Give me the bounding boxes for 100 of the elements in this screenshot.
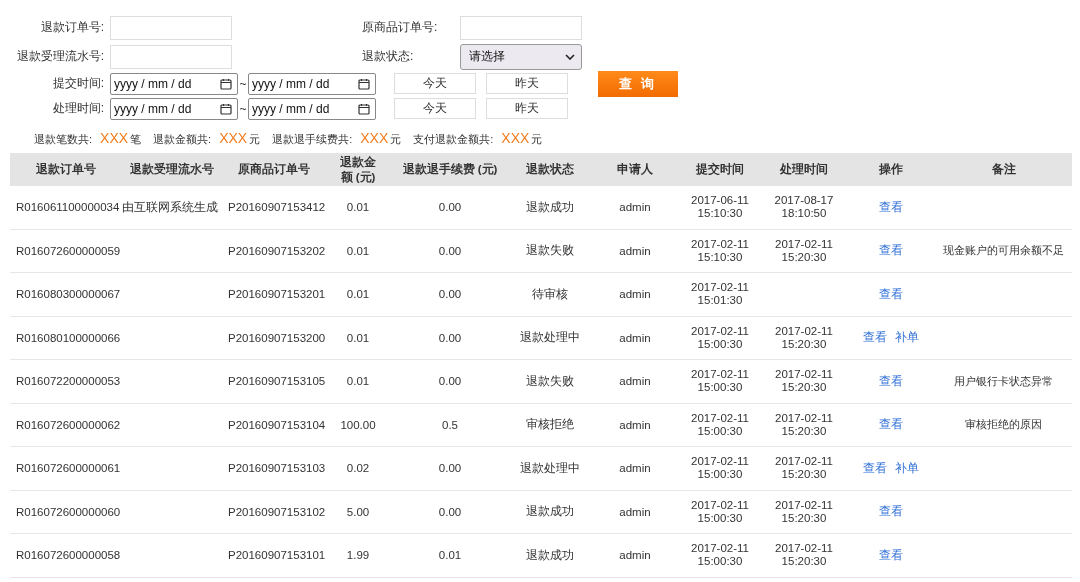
action-link[interactable]: 补单	[895, 330, 919, 346]
table-cell: 0.01	[346, 288, 370, 301]
summary-unit: 元	[531, 132, 543, 147]
table-cell: 由互联网系统生成	[122, 200, 218, 213]
table-cell: admin	[619, 505, 651, 518]
table-cell: admin	[619, 462, 651, 475]
field-label: 原商品订单号:	[361, 19, 439, 36]
today-button[interactable]: 今天	[394, 98, 476, 119]
date-field[interactable]: yyyy / mm / dd	[110, 72, 238, 95]
date-field[interactable]: yyyy / mm / dd	[110, 97, 238, 120]
yesterday-button[interactable]: 昨天	[486, 98, 568, 119]
table-cell: 2017-02-11 15:20:30	[775, 498, 833, 525]
column-header: 操作	[878, 162, 904, 177]
action-link[interactable]: 查看	[863, 460, 887, 476]
summary-unit: 元	[390, 132, 402, 147]
action-link[interactable]: 查看	[879, 417, 903, 433]
action-link[interactable]: 查看	[879, 373, 903, 389]
summary-unit: 笔	[130, 132, 142, 147]
summary-value: XXX	[501, 130, 530, 146]
table-cell: 5.00	[346, 505, 370, 518]
summary-value: XXX	[219, 130, 248, 146]
table-cell: R016072600000059	[16, 244, 121, 257]
table-cell: 0.00	[438, 201, 462, 214]
query-button[interactable]: 查 询	[598, 71, 678, 97]
field-label: 处理时间:	[51, 100, 105, 117]
action-link[interactable]: 查看	[879, 504, 903, 520]
table-cell: 用户银行卡状态异常	[954, 374, 1053, 387]
table-cell: 2017-02-11 15:20:30	[775, 368, 833, 395]
table-cell: R016072600000062	[16, 418, 121, 431]
yesterday-button[interactable]: 昨天	[486, 73, 568, 94]
table-cell: 退款成功	[526, 548, 574, 561]
status-dropdown[interactable]: 请选择	[460, 43, 582, 70]
table-cell: 0.00	[438, 244, 462, 257]
table-cell: 2017-08-17 18:10:50	[774, 194, 834, 221]
input-field[interactable]	[110, 44, 232, 69]
column-header: 提交时间	[695, 162, 745, 177]
table-cell: 审核拒绝	[526, 418, 574, 431]
table-cell: 2017-02-11 15:10:30	[691, 237, 749, 264]
table-cell: R016072200000053	[16, 375, 121, 388]
table-cell: R016072600000061	[16, 462, 121, 475]
table-cell: 退款成功	[526, 505, 574, 518]
table-cell: admin	[619, 549, 651, 562]
summary-value: XXX	[100, 130, 129, 146]
table-cell: 2017-06-11 15:10:30	[691, 194, 749, 221]
action-link[interactable]: 查看	[879, 243, 903, 259]
table-cell: R016072600000060	[16, 505, 121, 518]
summary-value: XXX	[360, 130, 389, 146]
table-cell: 2017-02-11 15:00:30	[691, 542, 749, 569]
column-header: 申请人	[616, 162, 654, 177]
table-cell: 退款失败	[526, 244, 574, 257]
table-cell: R016072600000058	[16, 549, 121, 562]
table-cell: 0.00	[438, 505, 462, 518]
table-cell: 2017-02-11 15:00:30	[691, 324, 749, 351]
field-label: 提交时间:	[51, 75, 105, 92]
table-cell: 0.02	[346, 462, 370, 475]
table-cell: 100.00	[340, 418, 376, 431]
field-label: 退款受理流水号:	[15, 48, 105, 65]
action-link[interactable]: 查看	[879, 286, 903, 302]
table-cell: 退款处理中	[520, 331, 580, 344]
calendar-icon	[220, 102, 232, 115]
table-cell: admin	[619, 244, 651, 257]
date-field[interactable]: yyyy / mm / dd	[248, 72, 376, 95]
table-cell: P20160907153101	[228, 549, 326, 562]
table-cell: admin	[619, 375, 651, 388]
table-cell: P20160907153200	[228, 331, 326, 344]
table-cell: 0.01	[346, 201, 370, 214]
table-cell: 0.00	[438, 462, 462, 475]
table-cell: 待审核	[532, 287, 568, 300]
field-label: 退款状态:	[361, 48, 415, 65]
column-header: 退款状态	[525, 162, 575, 177]
today-button[interactable]: 今天	[394, 73, 476, 94]
action-link[interactable]: 查看	[879, 199, 903, 215]
action-link[interactable]: 补单	[895, 460, 919, 476]
input-field[interactable]	[110, 15, 232, 40]
action-link[interactable]: 查看	[879, 547, 903, 563]
range-separator: ~	[238, 101, 248, 116]
date-field[interactable]: yyyy / mm / dd	[248, 97, 376, 120]
table-cell: admin	[619, 331, 651, 344]
table-cell: 1.99	[346, 549, 370, 562]
calendar-icon	[358, 77, 370, 90]
table-cell: 2017-02-11 15:20:30	[775, 411, 833, 438]
table-cell: P20160907153202	[228, 244, 326, 257]
table-cell: 退款处理中	[520, 461, 580, 474]
table-cell: 2017-02-11 15:20:30	[775, 324, 833, 351]
table-cell: R016080100000066	[16, 331, 121, 344]
table-cell: P20160907153103	[228, 462, 326, 475]
action-link[interactable]: 查看	[863, 330, 887, 346]
table-cell: 2017-02-11 15:20:30	[775, 455, 833, 482]
table-cell: 0.01	[346, 244, 370, 257]
field-label: 退款订单号:	[39, 19, 105, 36]
column-header: 原商品订单号	[236, 162, 311, 177]
table-cell: admin	[619, 288, 651, 301]
column-header: 退款受理流水号	[129, 162, 215, 177]
column-header: 处理时间	[779, 162, 829, 177]
input-field[interactable]	[460, 15, 582, 40]
table-cell: 现金账户的可用余额不足	[943, 244, 1064, 257]
table-cell: P20160907153104	[228, 418, 326, 431]
table-cell: admin	[619, 201, 651, 214]
table-cell: 0.01	[346, 375, 370, 388]
calendar-icon	[358, 102, 370, 115]
